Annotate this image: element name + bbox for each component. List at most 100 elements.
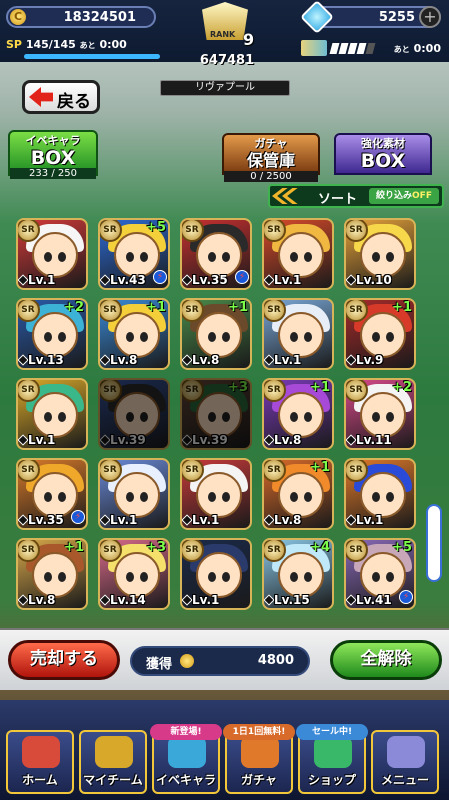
character-card[interactable]: SR Lv.1 bbox=[262, 298, 334, 370]
diamond-icon bbox=[346, 274, 357, 286]
tab-material-box[interactable]: 強化素材 BOX bbox=[334, 133, 432, 175]
plus-value: +1 bbox=[228, 300, 248, 315]
stamina-time: あと 0:00 bbox=[394, 42, 441, 55]
character-eye bbox=[386, 412, 394, 422]
character-eye bbox=[140, 412, 148, 422]
character-card[interactable]: SR Lv.10 bbox=[344, 218, 416, 290]
rarity-badge: SR bbox=[18, 380, 40, 402]
character-card[interactable]: SR +1 Lv.8 bbox=[262, 378, 334, 450]
character-card[interactable]: SR +1 Lv.8 bbox=[262, 458, 334, 530]
coin-value: 18324501 bbox=[63, 10, 136, 25]
character-eye bbox=[126, 572, 134, 582]
card-level: Lv.10 bbox=[356, 273, 392, 287]
diamond-icon bbox=[18, 514, 29, 526]
character-card[interactable]: SR Lv.39 bbox=[98, 378, 170, 450]
character-card[interactable]: SR Lv.1 bbox=[180, 538, 252, 610]
character-card[interactable]: SR +1 Lv.8 bbox=[180, 298, 252, 370]
card-level: Lv.1 bbox=[28, 433, 56, 447]
add-gems-button[interactable]: + bbox=[419, 6, 441, 28]
character-card[interactable]: SR +4 Lv.15 bbox=[262, 538, 334, 610]
scrollbar[interactable] bbox=[426, 504, 442, 582]
character-eye bbox=[386, 252, 394, 262]
plus-value: +1 bbox=[146, 300, 166, 315]
character-card[interactable]: SR +3 Lv.14 bbox=[98, 538, 170, 610]
team-name: リヴァプール bbox=[160, 80, 290, 96]
character-card[interactable]: SR +1 Lv.8 bbox=[98, 298, 170, 370]
character-face bbox=[278, 472, 324, 518]
rarity-badge: SR bbox=[182, 380, 204, 402]
character-card[interactable]: SR +3 Lv.39 bbox=[180, 378, 252, 450]
diamond-icon bbox=[18, 434, 29, 446]
rarity-badge: SR bbox=[346, 460, 368, 482]
nav-button[interactable]: ホーム bbox=[6, 730, 74, 794]
rarity-badge: SR bbox=[182, 220, 204, 242]
character-face bbox=[32, 392, 78, 438]
nav-label: ホーム bbox=[22, 773, 58, 787]
character-eye bbox=[126, 412, 134, 422]
gem-value: 5255 bbox=[378, 10, 415, 25]
nav-button[interactable]: マイチーム bbox=[79, 730, 147, 794]
character-card[interactable]: SR +5 Lv.43 ⚡ bbox=[98, 218, 170, 290]
card-level: Lv.11 bbox=[356, 433, 392, 447]
tab-event-chara-box[interactable]: イベキャラ BOX 233 / 250 bbox=[8, 130, 98, 179]
character-card[interactable]: SR +5 Lv.41 ⚡ bbox=[344, 538, 416, 610]
diamond-icon bbox=[264, 594, 275, 606]
rank-number: 9 bbox=[243, 30, 255, 49]
card-level: Lv.1 bbox=[28, 273, 56, 287]
character-face bbox=[32, 312, 78, 358]
card-level: Lv.35 bbox=[28, 513, 64, 527]
plus-value: +1 bbox=[392, 300, 412, 315]
diamond-icon bbox=[100, 354, 111, 366]
character-card[interactable]: SR Lv.35 ⚡ bbox=[16, 458, 88, 530]
character-card[interactable]: SR Lv.1 bbox=[262, 218, 334, 290]
tab-gacha-storage[interactable]: ガチャ 保管庫 0 / 2500 bbox=[222, 133, 320, 182]
card-level: Lv.8 bbox=[192, 353, 220, 367]
card-level: Lv.1 bbox=[274, 273, 302, 287]
character-eye bbox=[140, 332, 148, 342]
filter-button[interactable]: 絞り込みOFF bbox=[369, 188, 439, 204]
character-face bbox=[278, 552, 324, 598]
character-card[interactable]: SR +1 Lv.8 bbox=[16, 538, 88, 610]
rarity-badge: SR bbox=[18, 460, 40, 482]
character-eye bbox=[140, 252, 148, 262]
gain-value: 4800 bbox=[257, 653, 294, 668]
character-card[interactable]: SR Lv.1 bbox=[16, 218, 88, 290]
character-eye bbox=[44, 252, 52, 262]
character-face bbox=[114, 472, 160, 518]
rarity-badge: SR bbox=[100, 540, 122, 562]
sell-button[interactable]: 売却する bbox=[8, 640, 120, 680]
character-eye bbox=[304, 492, 312, 502]
back-button[interactable]: 戻る bbox=[22, 80, 100, 114]
character-card[interactable]: SR Lv.35 ⚡ bbox=[180, 218, 252, 290]
rarity-badge: SR bbox=[182, 300, 204, 322]
rank-emblem: RANK 9 bbox=[188, 2, 262, 52]
character-card[interactable]: SR +2 Lv.13 bbox=[16, 298, 88, 370]
character-card[interactable]: SR +1 Lv.9 bbox=[344, 298, 416, 370]
tab-main-label: BOX bbox=[30, 147, 76, 169]
character-eye bbox=[126, 332, 134, 342]
clear-all-button[interactable]: 全解除 bbox=[330, 640, 442, 680]
gem-icon bbox=[300, 0, 334, 34]
character-face bbox=[196, 312, 242, 358]
sort-bar: ソート 絞り込みOFF bbox=[268, 184, 444, 208]
stamina-suffix: あと bbox=[393, 45, 410, 54]
bottom-nav: ホーム マイチーム イベキャラ 新登場! ガチャ 1日1回無料! ショップ セール中! メニュー bbox=[0, 700, 449, 800]
nav-icon bbox=[387, 736, 425, 768]
card-level: Lv.14 bbox=[110, 593, 146, 607]
character-card[interactable]: SR Lv.1 bbox=[98, 458, 170, 530]
nav-icon bbox=[241, 736, 279, 768]
rarity-badge: SR bbox=[182, 460, 204, 482]
diamond-icon bbox=[18, 594, 29, 606]
character-card[interactable]: SR Lv.1 bbox=[180, 458, 252, 530]
character-card[interactable]: SR Lv.1 bbox=[16, 378, 88, 450]
rarity-badge: SR bbox=[18, 220, 40, 242]
character-eye bbox=[44, 412, 52, 422]
character-card[interactable]: SR +2 Lv.11 bbox=[344, 378, 416, 450]
sort-button[interactable]: ソート bbox=[318, 188, 357, 207]
character-eye bbox=[58, 412, 66, 422]
character-card[interactable]: SR Lv.1 bbox=[344, 458, 416, 530]
card-level: Lv.13 bbox=[28, 353, 64, 367]
nav-button[interactable]: メニュー bbox=[371, 730, 439, 794]
plus-value: +2 bbox=[64, 300, 84, 315]
character-face bbox=[196, 552, 242, 598]
